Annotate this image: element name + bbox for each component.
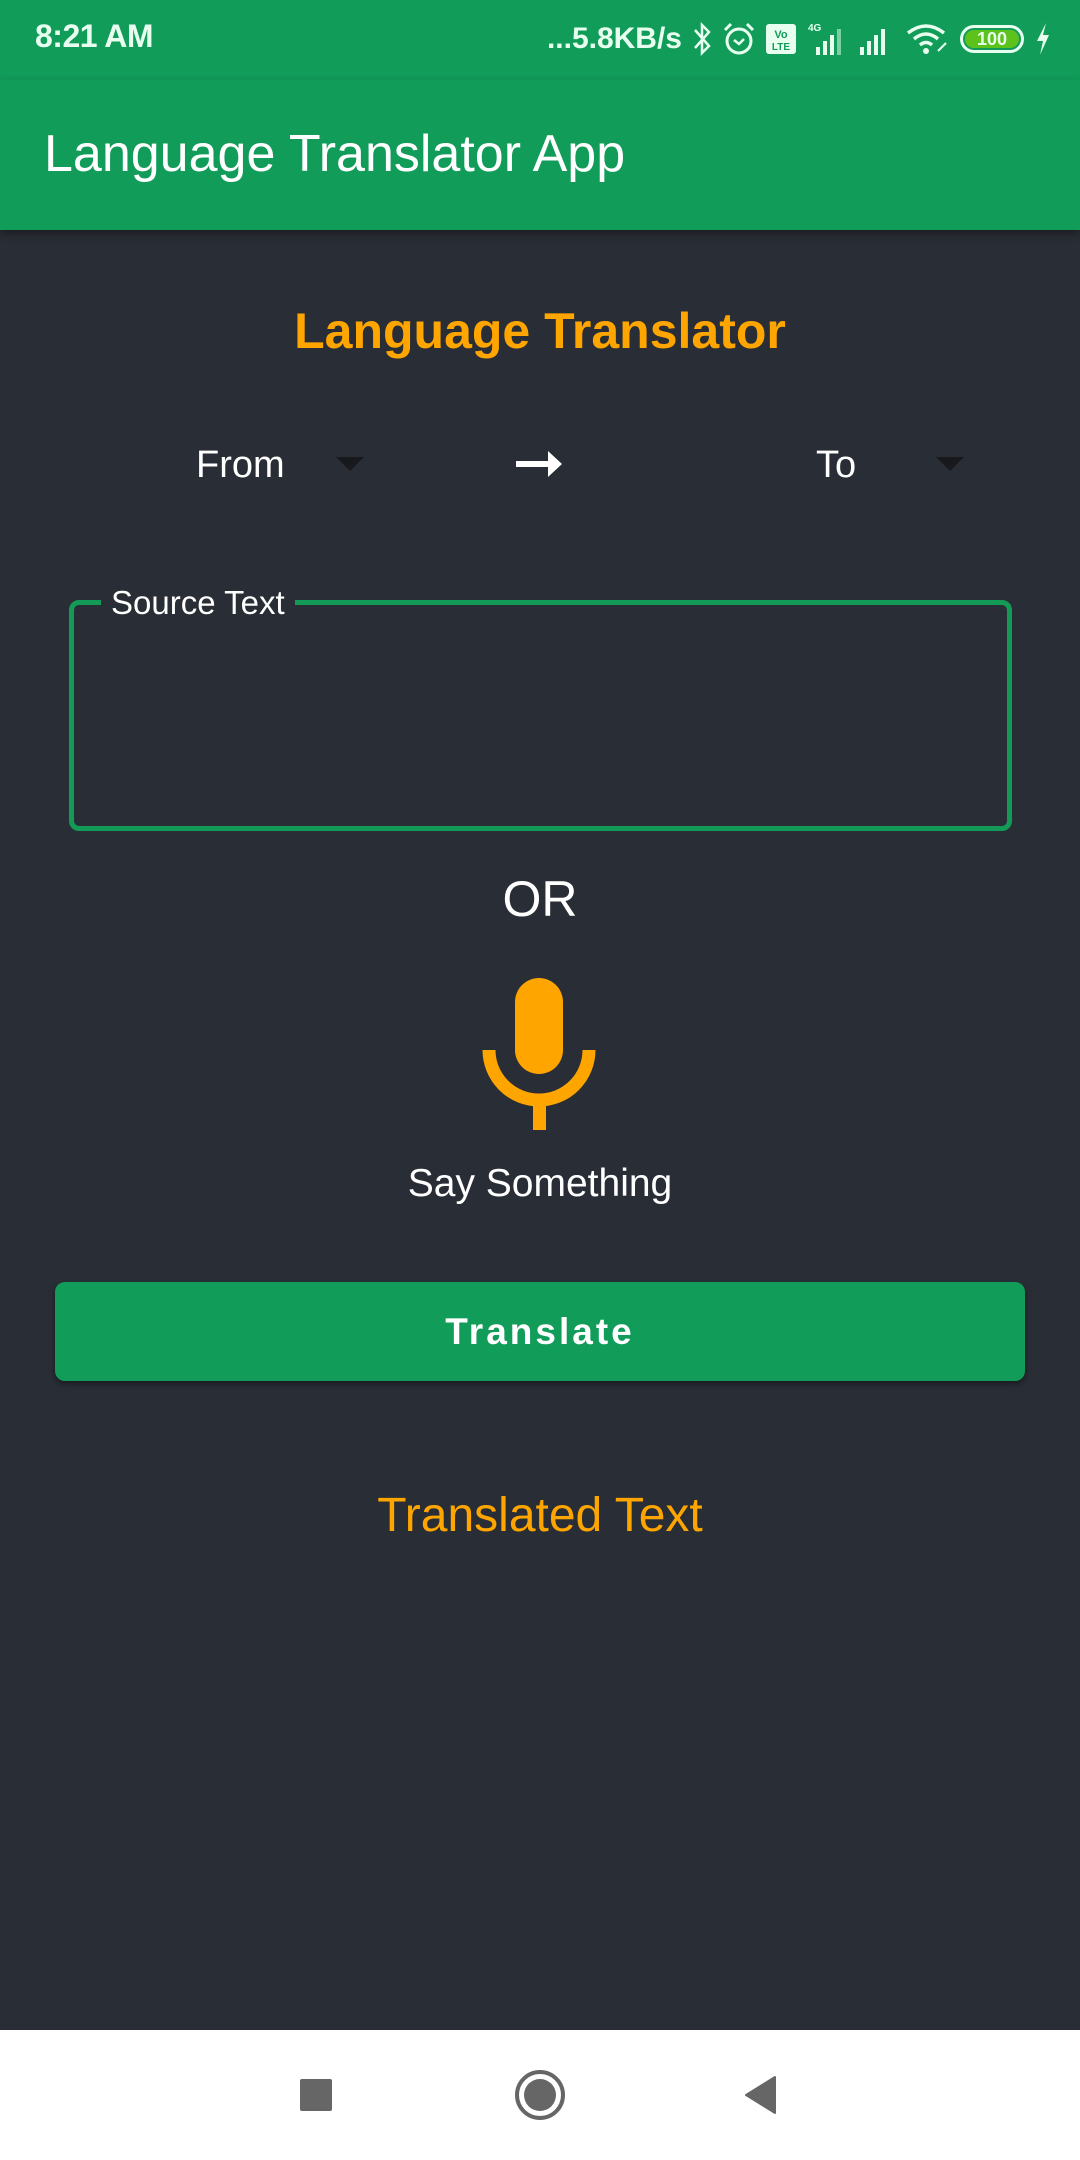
to-language-dropdown[interactable]: To [816, 430, 976, 500]
recents-button[interactable] [256, 2030, 376, 2160]
home-button[interactable] [480, 2030, 600, 2160]
chevron-down-icon [936, 457, 964, 471]
home-icon [515, 2070, 565, 2120]
volte-icon: Vo LTE [766, 22, 796, 56]
right-arrow-icon [516, 451, 562, 477]
app-bar: Language Translator App [0, 80, 1080, 230]
back-icon [745, 2076, 776, 2114]
bluetooth-icon [692, 21, 712, 57]
microphone-icon[interactable] [480, 975, 600, 1135]
translated-text-output: Translated Text [377, 1489, 703, 1542]
wifi-icon [906, 21, 950, 57]
translate-button[interactable]: Translate [55, 1282, 1025, 1381]
source-text-input[interactable] [78, 612, 1003, 822]
say-something-label: Say Something [407, 1162, 673, 1205]
app-title: Language Translator App [44, 125, 626, 183]
signal-4g-icon: 4G [806, 21, 846, 57]
from-language-value: From [196, 443, 285, 486]
or-label: OR [502, 871, 578, 927]
status-icons: ...5.8KB/s Vo LTE 4G 100 [547, 14, 1052, 64]
alarm-icon [722, 21, 756, 57]
signal-icon [856, 21, 896, 57]
recents-icon [300, 2079, 332, 2111]
svg-text:4G: 4G [808, 23, 822, 34]
from-language-dropdown[interactable]: From [196, 430, 376, 500]
page-heading: Language Translator [294, 303, 786, 359]
chevron-down-icon [336, 457, 364, 471]
network-speed: ...5.8KB/s [546, 22, 682, 55]
status-time: 8:21 AM [35, 18, 154, 54]
battery-icon: 100 [960, 25, 1024, 53]
system-nav-bar [0, 2030, 1080, 2160]
back-button[interactable] [700, 2030, 820, 2160]
status-bar: 8:21 AM ...5.8KB/s Vo LTE 4G 100 [0, 0, 1080, 80]
charging-icon [1034, 21, 1052, 57]
svg-text:LTE: LTE [772, 42, 790, 53]
svg-text:Vo: Vo [774, 29, 788, 41]
language-selector-row: From To [0, 430, 1080, 500]
battery-level: 100 [965, 29, 1019, 49]
to-language-value: To [816, 443, 857, 486]
